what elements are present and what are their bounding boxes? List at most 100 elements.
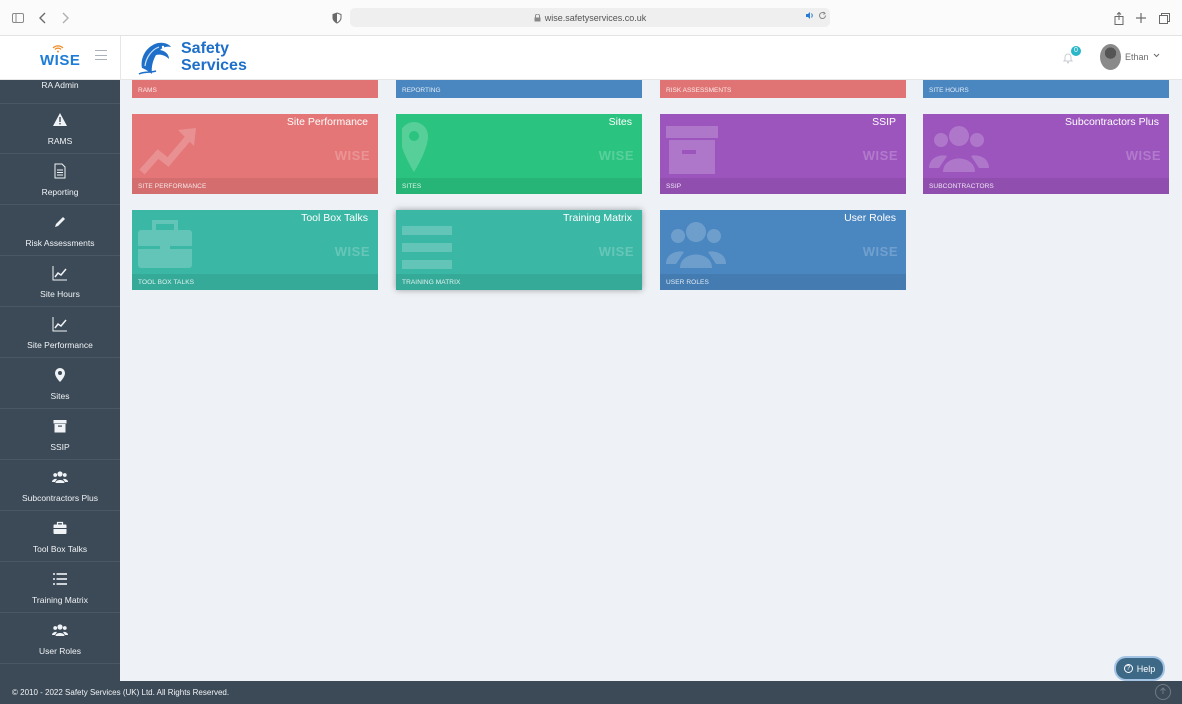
sidebar-item-site-hours[interactable]: Site Hours: [0, 257, 120, 307]
brand-line-2: Services: [181, 57, 247, 74]
tile-footer-label: SITE PERFORMANCE: [138, 183, 207, 190]
sidebar-item-label: Risk Assessments: [25, 238, 95, 248]
sidebar-item-tool-box-talks[interactable]: Tool Box Talks: [0, 512, 120, 562]
sidebar-item-label: RAMS: [47, 136, 73, 146]
tile-footer-label: TOOL BOX TALKS: [138, 279, 195, 286]
header-divider: [120, 36, 121, 80]
tile-sites[interactable]: WISE Sites SITES: [396, 114, 642, 194]
tile-footer-label: SITES: [402, 183, 422, 190]
sidebar-item-sites[interactable]: Sites: [0, 359, 120, 409]
tile-watermark: WISE: [598, 244, 634, 259]
sidebar-item-ra-admin[interactable]: RA Admin: [0, 80, 120, 104]
sidebar-item-rams[interactable]: RAMS: [0, 104, 120, 154]
users-icon: [52, 471, 68, 483]
forward-icon[interactable]: [56, 9, 74, 27]
tile-title: User Roles: [844, 212, 896, 224]
tab-overview-icon[interactable]: [1155, 9, 1173, 27]
question-icon: ?: [1123, 664, 1133, 673]
tile-footer-label: SITE HOURS: [929, 87, 969, 94]
users-icon: [666, 222, 726, 268]
help-button[interactable]: ? Help: [1116, 658, 1163, 679]
tile-watermark: WISE: [1125, 148, 1161, 163]
url-text: wise.safetyservices.co.uk: [544, 12, 647, 23]
map-marker-icon: [402, 122, 428, 172]
tile-tool-box-talks[interactable]: WISE Tool Box Talks TOOL BOX TALKS: [132, 210, 378, 290]
tile-watermark: WISE: [334, 244, 370, 259]
tile-title: Sites: [608, 116, 632, 128]
tile-title: Site Performance: [286, 116, 368, 128]
tile-watermark: WISE: [862, 148, 898, 163]
tile-user-roles[interactable]: WISE User Roles USER ROLES: [660, 210, 906, 290]
tile-watermark: WISE: [598, 148, 634, 163]
share-icon[interactable]: [1110, 9, 1128, 27]
tile-site-hours[interactable]: SITE HOURS: [923, 80, 1169, 98]
list-icon: [53, 573, 67, 585]
tile-subcontractors-plus[interactable]: WISE Subcontractors Plus SUBCONTRACTORS: [923, 114, 1169, 194]
tile-footer-label: SSIP: [666, 183, 682, 190]
users-icon: [929, 126, 989, 172]
new-tab-icon[interactable]: [1132, 9, 1150, 27]
tile-footer-label: RISK ASSESSMENTS: [666, 87, 732, 94]
tile-site-performance[interactable]: WISE Site Performance SITE PERFORMANCE: [132, 114, 378, 194]
archive-icon: [666, 126, 718, 174]
briefcase-icon: [53, 521, 67, 534]
wise-logo[interactable]: WISE: [40, 52, 80, 69]
scroll-to-top-icon[interactable]: [1155, 684, 1171, 700]
sidebar-item-training-matrix[interactable]: Training Matrix: [0, 563, 120, 613]
user-name[interactable]: Ethan: [1125, 52, 1149, 62]
tile-footer-label: REPORTING: [402, 87, 441, 94]
sidebar-item-label: User Roles: [38, 646, 82, 656]
notification-badge[interactable]: 0: [1071, 46, 1081, 56]
sidebar-item-reporting[interactable]: Reporting: [0, 155, 120, 205]
tile-footer-label: RAMS: [138, 87, 157, 94]
lock-icon: [534, 13, 541, 21]
browser-toolbar: wise.safetyservices.co.uk: [0, 0, 1182, 36]
app-header: WISE Safety Services 0 Ethan: [0, 36, 1182, 80]
sidebar-item-risk-assessments[interactable]: Risk Assessments: [0, 206, 120, 256]
address-bar[interactable]: wise.safetyservices.co.uk: [350, 8, 830, 27]
reload-icon[interactable]: [818, 11, 827, 22]
tile-reporting[interactable]: REPORTING: [396, 80, 642, 98]
privacy-shield-icon[interactable]: [328, 9, 346, 27]
sidebar-toggle-icon[interactable]: [9, 9, 27, 27]
sidebar-item-label: Training Matrix: [32, 595, 88, 605]
document-icon: [54, 163, 66, 179]
tile-risk-assessments[interactable]: RISK ASSESSMENTS: [660, 80, 906, 98]
list-icon: [402, 226, 452, 269]
copyright-text: © 2010 - 2022 Safety Services (UK) Ltd. …: [12, 688, 230, 697]
sidebar: RA Admin RAMS Reporting Risk Assessments…: [0, 80, 120, 681]
tile-training-matrix[interactable]: WISE Training Matrix TRAINING MATRIX: [396, 210, 642, 290]
warning-icon: [53, 113, 67, 126]
pencil-icon: [55, 217, 65, 227]
users-icon: [52, 624, 68, 636]
sidebar-item-user-roles[interactable]: User Roles: [0, 614, 120, 664]
chevron-down-icon[interactable]: [1153, 51, 1160, 60]
tile-ssip[interactable]: WISE SSIP SSIP: [660, 114, 906, 194]
sidebar-item-subcontractors-plus[interactable]: Subcontractors Plus: [0, 461, 120, 511]
sidebar-item-label: Reporting: [41, 187, 79, 197]
tile-title: Tool Box Talks: [301, 212, 368, 224]
back-icon[interactable]: [34, 9, 52, 27]
audio-icon[interactable]: [805, 11, 814, 22]
tile-rams[interactable]: RAMS: [132, 80, 378, 98]
menu-toggle-icon[interactable]: [95, 50, 107, 60]
sidebar-item-ssip[interactable]: SSIP: [0, 410, 120, 460]
page-footer: © 2010 - 2022 Safety Services (UK) Ltd. …: [0, 681, 1182, 704]
tile-title: Training Matrix: [562, 212, 632, 224]
sidebar-item-label: Site Performance: [27, 340, 93, 350]
tile-title: SSIP: [872, 116, 896, 128]
line-chart-icon: [52, 266, 67, 281]
avatar[interactable]: [1100, 44, 1121, 70]
help-label: Help: [1136, 663, 1156, 674]
sidebar-item-label: RA Admin: [41, 80, 79, 90]
line-chart-icon: [52, 317, 67, 332]
sidebar-item-site-performance[interactable]: Site Performance: [0, 308, 120, 358]
tile-title: Subcontractors Plus: [1065, 116, 1159, 128]
tile-watermark: WISE: [862, 244, 898, 259]
sidebar-item-label: Sites: [50, 391, 70, 401]
tile-footer-label: TRAINING MATRIX: [402, 279, 461, 286]
tile-footer: [396, 178, 642, 194]
brand-name: Safety Services: [181, 40, 247, 74]
sidebar-item-label: SSIP: [50, 442, 70, 452]
briefcase-icon: [138, 220, 192, 268]
